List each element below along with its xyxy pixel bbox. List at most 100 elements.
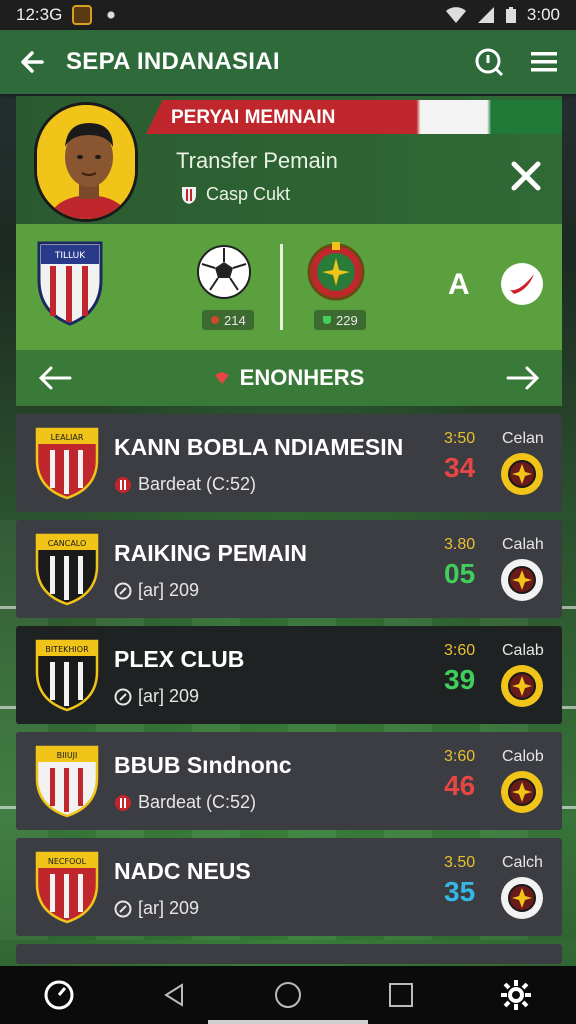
club-subline: [ar] 209	[114, 580, 199, 601]
crest-text: LEALIAR	[51, 433, 84, 442]
club-name: RAIKING PEMAIN	[114, 540, 307, 566]
badge-icon	[115, 476, 131, 493]
match-score: 46	[444, 770, 476, 801]
match-score: 35	[444, 876, 476, 907]
recents-nav-icon[interactable]	[388, 982, 414, 1008]
club-crest-icon: BITEKHIOR	[35, 639, 99, 712]
transfer-subtitle: Casp Cukt	[180, 184, 290, 205]
bottom-nav-bar	[0, 966, 576, 1024]
club-list-item-partial[interactable]	[16, 944, 562, 964]
match-time: 3:50	[444, 430, 476, 447]
wifi-icon	[445, 7, 466, 23]
home-crest-text: TILLUK	[54, 251, 86, 261]
compass-icon[interactable]	[43, 979, 75, 1011]
club-subline-text: Bardeat (C:52)	[138, 474, 257, 494]
club-tag: Calab	[502, 642, 544, 659]
club-name: PLEX CLUB	[114, 646, 245, 672]
close-icon[interactable]	[508, 158, 544, 194]
battery-icon	[505, 7, 516, 23]
crest-text: CANCALO	[48, 539, 87, 548]
player-portrait-icon	[37, 105, 135, 219]
transfer-header: PERYAI MEMNAIN Transfer Pemain Casp Cukt	[16, 96, 562, 224]
club-list-item[interactable]: NECFOOL NADC NEUS [ar] 209 3.50 35 Calch	[16, 838, 562, 936]
status-bar: 12:3G 3:00	[0, 0, 576, 30]
club-tag: Calch	[502, 854, 543, 871]
swoosh-badge-icon[interactable]	[500, 262, 544, 306]
club-subline-text: Bardeat (C:52)	[138, 792, 257, 812]
club-crest-icon: LEALIAR	[35, 427, 99, 500]
arrow-left-icon[interactable]	[38, 365, 72, 391]
crest-text: BIIUJI	[57, 751, 78, 760]
club-list-item[interactable]: BIIUJI BBUB Sındnonc Bardeat (C:52) 3:60…	[16, 732, 562, 830]
search-icon[interactable]	[474, 47, 504, 77]
club-subline: [ar] 209	[114, 898, 199, 919]
ball-small-icon	[211, 316, 219, 324]
status-time-left: 12:3G	[16, 5, 63, 24]
club-crest-icon: CANCALO	[35, 533, 99, 606]
club-tag: Celan	[502, 430, 544, 447]
club-subline: [ar] 209	[114, 686, 199, 707]
club-list: LEALIAR KANN BOBLA NDIAMESIN Bardeat (C:…	[16, 414, 562, 972]
club-name: BBUB Sındnonc	[114, 752, 292, 778]
club-tag: Calob	[502, 748, 544, 765]
notification-dot-icon	[107, 11, 115, 19]
clock-icon	[114, 582, 132, 599]
club-subline-text: [ar] 209	[138, 686, 200, 706]
section-label: ENONHERS	[214, 365, 365, 391]
club-name: NADC NEUS	[114, 858, 251, 884]
status-time-right: 3:00	[526, 5, 560, 24]
app-bar: SEPA INDANASIAI	[0, 30, 576, 94]
ribbon-text: PERYAI MEMNAIN	[171, 107, 336, 128]
opponent-badge-icon[interactable]	[500, 770, 544, 814]
player-avatar[interactable]	[34, 102, 138, 222]
menu-icon[interactable]	[530, 50, 558, 74]
match-time: 3:60	[444, 748, 476, 765]
match-divider	[280, 244, 283, 330]
match-time: 3:60	[444, 642, 476, 659]
badge-icon	[115, 794, 131, 811]
gesture-bar	[208, 1020, 368, 1024]
match-score: 39	[444, 664, 476, 695]
club-badge-icon	[182, 186, 196, 204]
opponent-badge-icon[interactable]	[500, 876, 544, 920]
match-time: 3.50	[444, 854, 476, 871]
score-chip-left: 214	[202, 310, 254, 330]
crest-text: BITEKHIOR	[45, 645, 89, 654]
transfer-subtitle-text: Casp Cukt	[206, 184, 291, 204]
back-nav-icon[interactable]	[160, 981, 188, 1009]
match-time: 3.80	[444, 536, 476, 553]
away-club-crest-icon[interactable]	[306, 240, 366, 302]
club-list-item[interactable]: CANCALO RAIKING PEMAIN [ar] 209 3.80 05 …	[16, 520, 562, 618]
club-list-item[interactable]: LEALIAR KANN BOBLA NDIAMESIN Bardeat (C:…	[16, 414, 562, 512]
club-subline: Bardeat (C:52)	[114, 792, 256, 813]
opponent-badge-icon[interactable]	[500, 664, 544, 708]
arrow-right-icon[interactable]	[506, 365, 540, 391]
section-label-text: ENONHERS	[239, 365, 365, 390]
club-crest-icon: NECFOOL	[35, 851, 99, 924]
club-crest-icon: BIIUJI	[35, 745, 99, 818]
club-list-item[interactable]: BITEKHIOR PLEX CLUB [ar] 209 3:60 39 Cal…	[16, 626, 562, 724]
opponent-badge-icon[interactable]	[500, 558, 544, 602]
score-chip-right-text: 229	[336, 312, 358, 328]
section-shield-icon	[214, 372, 229, 384]
club-subline-text: [ar] 209	[138, 580, 200, 600]
score-chip-left-text: 214	[224, 312, 246, 328]
signal-icon	[477, 7, 494, 23]
soccer-ball-icon	[197, 245, 251, 299]
transfer-title: Transfer Pemain	[176, 148, 338, 173]
match-score: 34	[444, 452, 476, 483]
club-subline: Bardeat (C:52)	[114, 474, 256, 495]
home-club-crest-icon[interactable]: TILLUK	[36, 240, 104, 326]
clock-icon	[114, 688, 132, 705]
clock-icon	[114, 900, 132, 917]
shield-small-icon	[323, 316, 331, 324]
settings-gear-icon[interactable]	[499, 978, 533, 1012]
club-subline-text: [ar] 209	[138, 898, 200, 918]
match-letter: A	[448, 268, 470, 301]
club-name: KANN BOBLA NDIAMESIN	[114, 434, 404, 460]
crest-text: NECFOOL	[48, 857, 87, 866]
back-arrow-icon[interactable]	[18, 48, 46, 76]
opponent-badge-icon[interactable]	[500, 452, 544, 496]
home-nav-icon[interactable]	[274, 981, 302, 1009]
score-chip-right: 229	[314, 310, 366, 330]
